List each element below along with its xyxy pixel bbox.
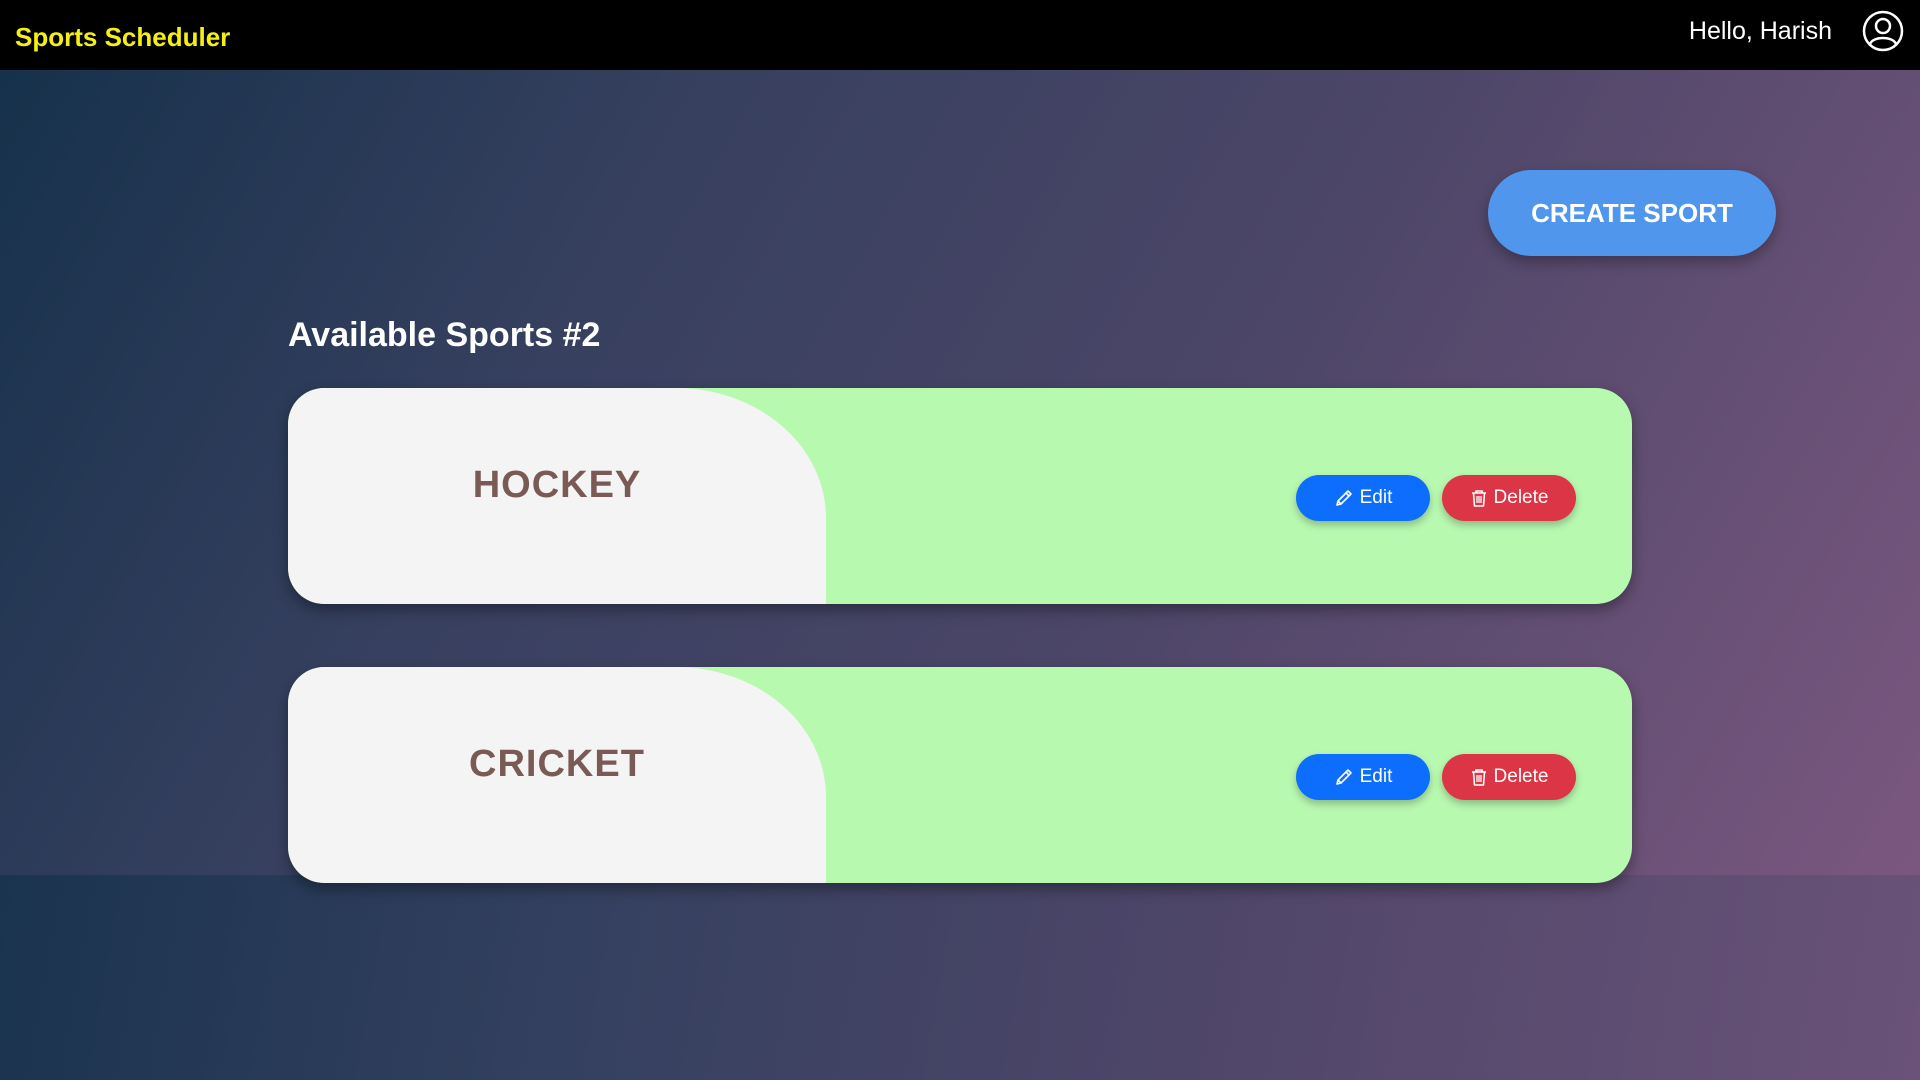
- navbar: Sports Scheduler Hello, Harish: [0, 0, 1920, 70]
- section-title: Available Sports #2: [288, 316, 601, 354]
- edit-button[interactable]: Edit: [1296, 475, 1430, 521]
- user-circle-icon[interactable]: [1862, 10, 1904, 52]
- delete-button[interactable]: Delete: [1442, 754, 1576, 800]
- trash-icon: [1470, 767, 1488, 787]
- delete-label: Delete: [1493, 487, 1549, 508]
- edit-label: Edit: [1359, 487, 1393, 508]
- sport-card: HOCKEY Edit Delete: [288, 388, 1632, 604]
- sport-name: HOCKEY: [472, 464, 642, 506]
- edit-button[interactable]: Edit: [1296, 754, 1430, 800]
- delete-button[interactable]: Delete: [1442, 475, 1576, 521]
- create-sport-button[interactable]: CREATE SPORT: [1488, 170, 1776, 256]
- sport-name: CRICKET: [469, 743, 645, 785]
- edit-label: Edit: [1359, 766, 1393, 787]
- sport-card: CRICKET Edit Delete: [288, 667, 1632, 883]
- main-panel: CREATE SPORT Available Sports #2 HOCKEY …: [0, 70, 1920, 883]
- pencil-icon: [1334, 488, 1354, 508]
- sport-name-area: CRICKET: [288, 667, 826, 883]
- pencil-icon: [1334, 767, 1354, 787]
- brand-title[interactable]: Sports Scheduler: [15, 22, 230, 53]
- nav-user-area: Hello, Harish: [1689, 10, 1904, 60]
- sport-name-area: HOCKEY: [288, 388, 826, 604]
- user-greeting: Hello, Harish: [1688, 16, 1832, 45]
- trash-icon: [1470, 488, 1488, 508]
- delete-label: Delete: [1493, 766, 1549, 787]
